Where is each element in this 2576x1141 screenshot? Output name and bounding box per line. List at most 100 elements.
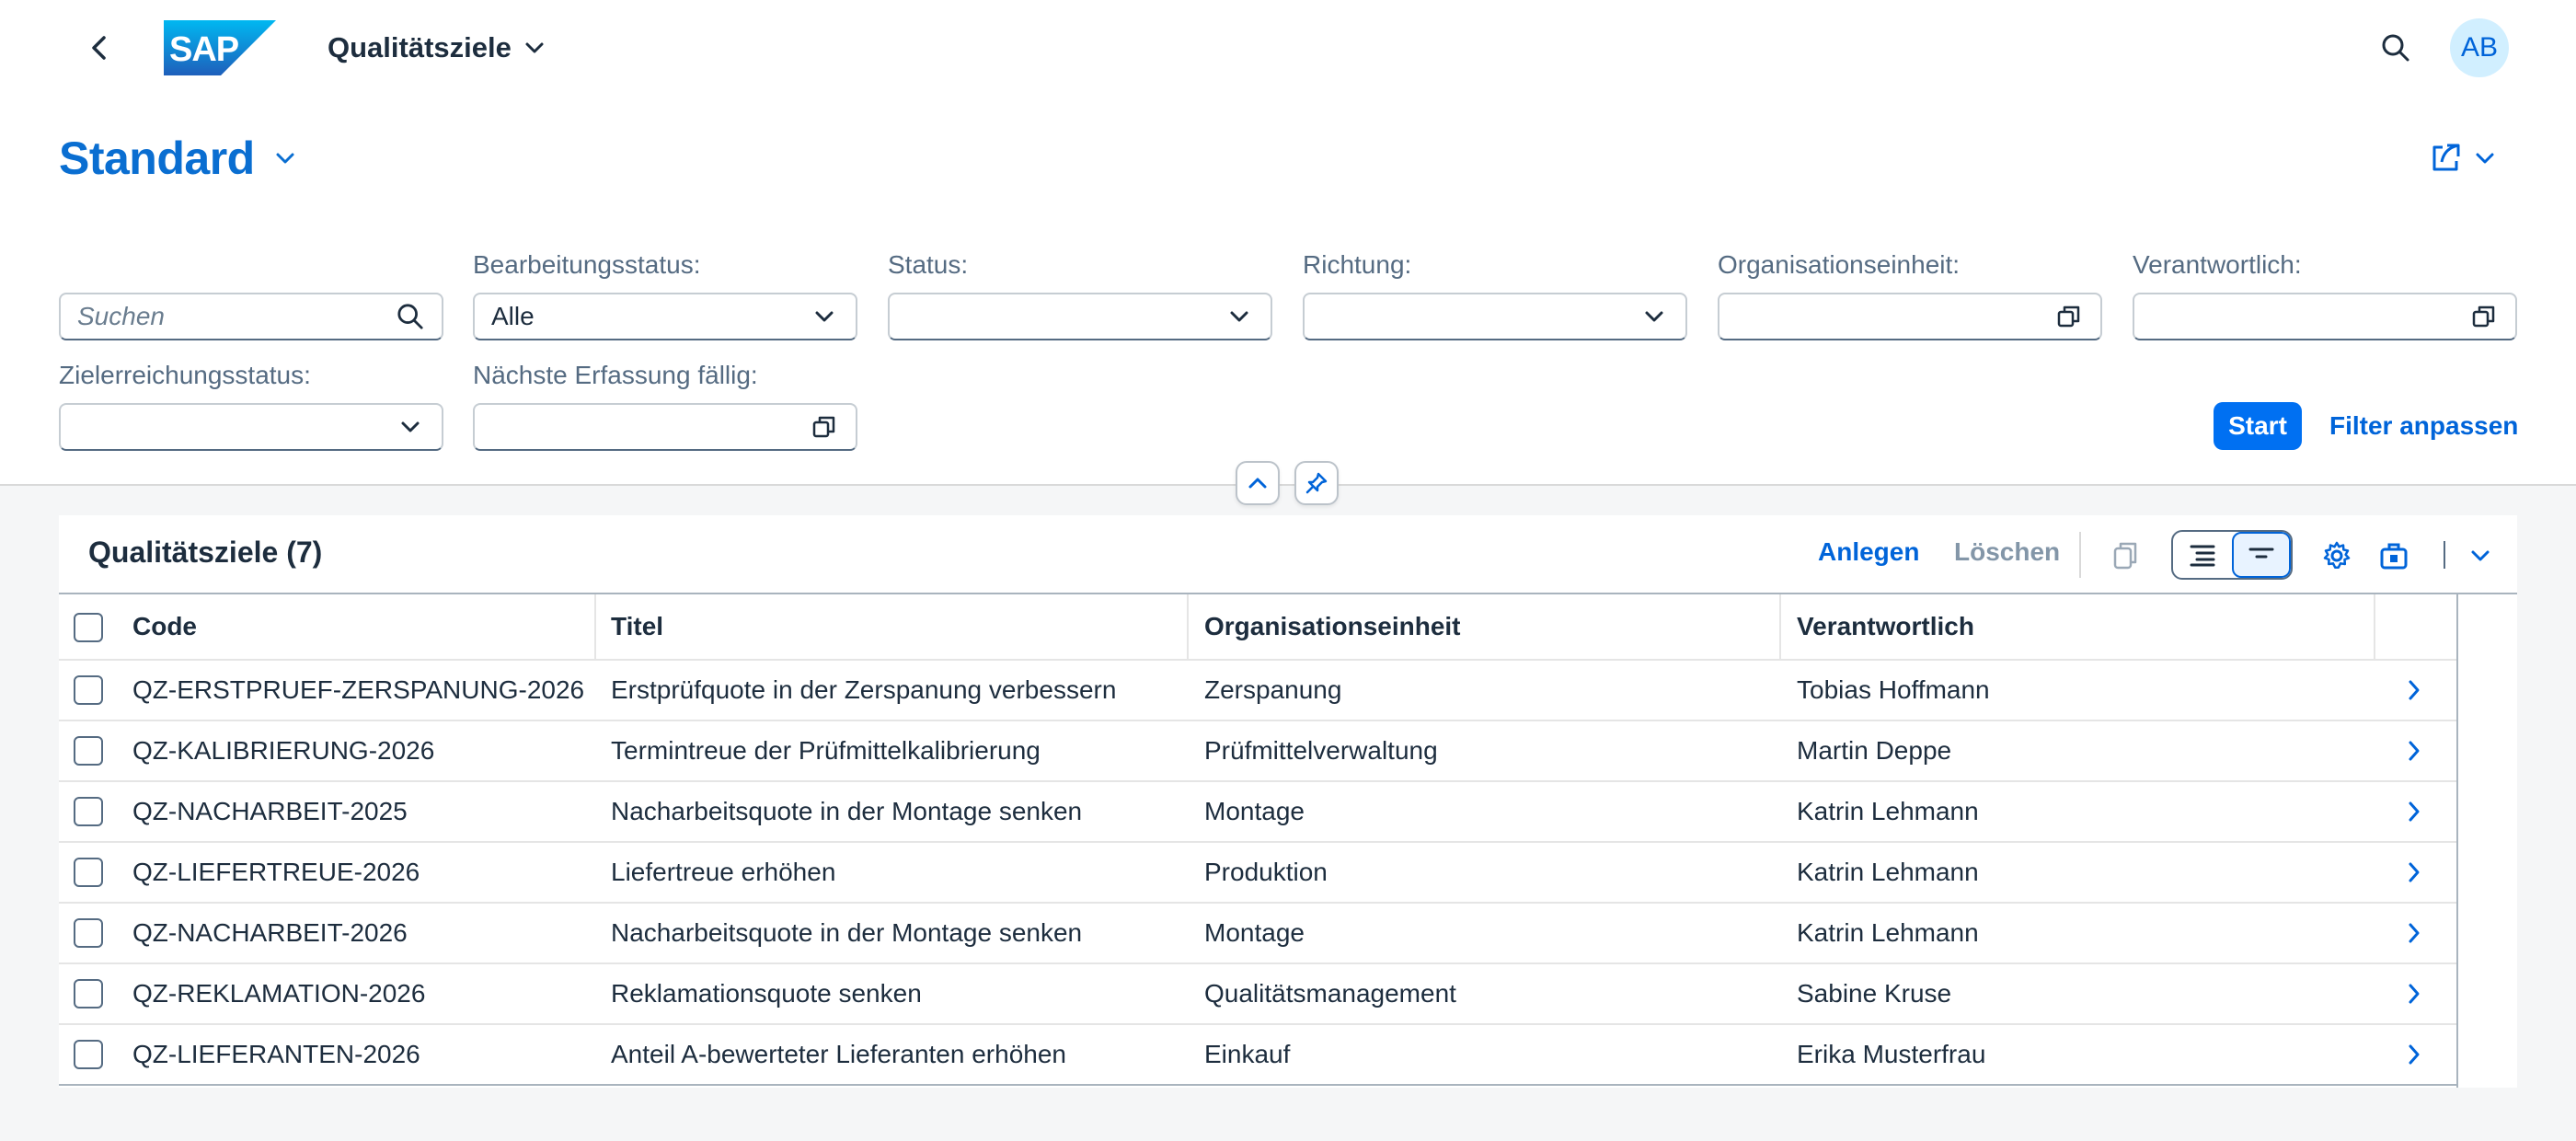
cell-titel: Nacharbeitsquote in der Montage senken [611, 797, 1083, 825]
cell-verantwortlich: Martin Deppe [1797, 736, 1952, 765]
cell-code: QZ-LIEFERANTEN-2026 [132, 1040, 420, 1068]
select-all-cell [59, 594, 132, 659]
cell-verantwortlich: Tobias Hoffmann [1797, 675, 1990, 704]
cell-titel: Reklamationsquote senken [611, 979, 922, 1008]
row-navigation-button[interactable] [2386, 904, 2442, 962]
cell-organisationseinheit: Prüfmittelverwaltung [1204, 736, 1438, 765]
table-settings-button[interactable] [2315, 534, 2359, 578]
column-separator [2374, 594, 2375, 661]
pin-header-button[interactable] [1294, 461, 1339, 505]
table-row[interactable]: QZ-LIEFERTREUE-2026 Liefertreue erhöhen … [59, 843, 2458, 904]
row-checkbox[interactable] [74, 675, 103, 705]
back-button[interactable] [81, 26, 118, 70]
status-select[interactable] [888, 293, 1272, 340]
verantwortlich-input[interactable] [2133, 293, 2517, 340]
back-arrow-icon [92, 36, 106, 60]
cell-verantwortlich: Katrin Lehmann [1797, 858, 1979, 886]
value-help-icon[interactable] [810, 412, 839, 442]
chevron-right-icon [2409, 680, 2420, 700]
organisationseinheit-input[interactable] [1718, 293, 2102, 340]
bearbeitungsstatus-select[interactable]: Alle [473, 293, 857, 340]
table-card: Qualitätsziele (7) Anlegen Löschen Code … [59, 515, 2517, 1088]
table-row[interactable]: QZ-NACHARBEIT-2025 Nacharbeitsquote in d… [59, 782, 2458, 843]
chevron-down-icon [525, 42, 544, 53]
cell-verantwortlich: Erika Musterfrau [1797, 1040, 1986, 1068]
naechste-erfassung-input[interactable] [473, 403, 857, 451]
cell-titel: Erstprüfquote in der Zerspanung verbesse… [611, 675, 1117, 704]
row-checkbox[interactable] [74, 736, 103, 766]
tree-view-icon [2190, 545, 2215, 567]
delete-button[interactable]: Löschen [1954, 537, 2060, 567]
chevron-right-icon [2409, 862, 2420, 882]
cell-organisationseinheit: Montage [1204, 797, 1305, 825]
view-mode-toggle [2171, 530, 2293, 580]
adapt-filters-button[interactable]: Filter anpassen [2329, 402, 2518, 450]
cell-organisationseinheit: Zerspanung [1204, 675, 1342, 704]
row-navigation-button[interactable] [2386, 721, 2442, 780]
row-checkbox[interactable] [74, 1040, 103, 1069]
tree-view-button[interactable] [2173, 532, 2232, 578]
search-icon [2382, 34, 2409, 62]
export-options-button[interactable] [2458, 534, 2502, 578]
export-icon [2380, 543, 2408, 570]
cell-titel: Anteil A-bewerteter Lieferanten erhöhen [611, 1040, 1066, 1068]
row-navigation-button[interactable] [2386, 964, 2442, 1023]
export-button[interactable] [2374, 534, 2418, 578]
cell-titel: Nacharbeitsquote in der Montage senken [611, 918, 1083, 947]
search-input[interactable]: Suchen [59, 293, 443, 340]
bearbeitungsstatus-value: Alle [491, 302, 535, 330]
variant-management[interactable]: Standard [59, 121, 295, 195]
app-title: Qualitätsziele [328, 31, 512, 63]
select-all-checkbox[interactable] [74, 613, 103, 642]
share-button[interactable] [2429, 131, 2495, 186]
row-checkbox[interactable] [74, 918, 103, 948]
row-checkbox[interactable] [74, 979, 103, 1008]
richtung-select[interactable] [1303, 293, 1687, 340]
table-header-row: Code Titel Organisationseinheit Verantwo… [59, 594, 2458, 661]
chevron-down-icon [2471, 550, 2490, 561]
row-navigation-button[interactable] [2386, 782, 2442, 841]
collapse-header-button[interactable] [1236, 461, 1280, 505]
chevron-up-icon [1248, 478, 1267, 489]
create-button[interactable]: Anlegen [1818, 537, 1919, 567]
row-checkbox[interactable] [74, 797, 103, 826]
cell-organisationseinheit: Produktion [1204, 858, 1328, 886]
start-button[interactable]: Start [2214, 402, 2302, 450]
column-header-organisationseinheit[interactable]: Organisationseinheit [1204, 594, 1461, 659]
value-help-icon[interactable] [2469, 302, 2499, 331]
table-row[interactable]: QZ-LIEFERANTEN-2026 Anteil A-bewerteter … [59, 1025, 2458, 1086]
cell-code: QZ-NACHARBEIT-2026 [132, 918, 408, 947]
table-row[interactable]: QZ-NACHARBEIT-2026 Nacharbeitsquote in d… [59, 904, 2458, 964]
row-navigation-button[interactable] [2386, 661, 2442, 720]
column-header-titel[interactable]: Titel [611, 594, 663, 659]
row-checkbox[interactable] [74, 858, 103, 887]
flat-view-button[interactable] [2232, 532, 2291, 578]
variant-title: Standard [59, 133, 255, 184]
app-title-menu[interactable]: Qualitätsziele [328, 28, 545, 68]
value-help-icon[interactable] [2054, 302, 2084, 331]
shell-search-button[interactable] [2375, 28, 2416, 68]
sap-logo: SAP [164, 20, 276, 75]
table-row[interactable]: QZ-KALIBRIERUNG-2026 Termintreue der Prü… [59, 721, 2458, 782]
cell-titel: Termintreue der Prüfmittelkalibrierung [611, 736, 1041, 765]
row-navigation-button[interactable] [2386, 843, 2442, 902]
cell-organisationseinheit: Montage [1204, 918, 1305, 947]
cell-verantwortlich: Sabine Kruse [1797, 979, 1952, 1008]
copy-button[interactable] [2103, 534, 2147, 578]
user-avatar[interactable]: AB [2450, 18, 2509, 77]
cell-verantwortlich: Katrin Lehmann [1797, 918, 1979, 947]
zielerreichungsstatus-select[interactable] [59, 403, 443, 451]
table-row[interactable]: QZ-REKLAMATION-2026 Reklamationsquote se… [59, 964, 2458, 1025]
table-right-border [2456, 594, 2458, 1088]
row-navigation-button[interactable] [2386, 1025, 2442, 1084]
richtung-label: Richtung: [1303, 250, 1412, 279]
chevron-down-icon [1639, 302, 1669, 331]
column-header-verantwortlich[interactable]: Verantwortlich [1797, 594, 1974, 659]
chevron-down-icon [810, 302, 839, 331]
table-row[interactable]: QZ-ERSTPRUEF-ZERSPANUNG-2026 Erstprüfquo… [59, 661, 2458, 721]
chevron-right-icon [2409, 984, 2420, 1004]
chevron-down-icon [1225, 302, 1254, 331]
verantwortlich-label: Verantwortlich: [2133, 250, 2302, 279]
column-header-code[interactable]: Code [132, 594, 197, 659]
status-label: Status: [888, 250, 969, 279]
